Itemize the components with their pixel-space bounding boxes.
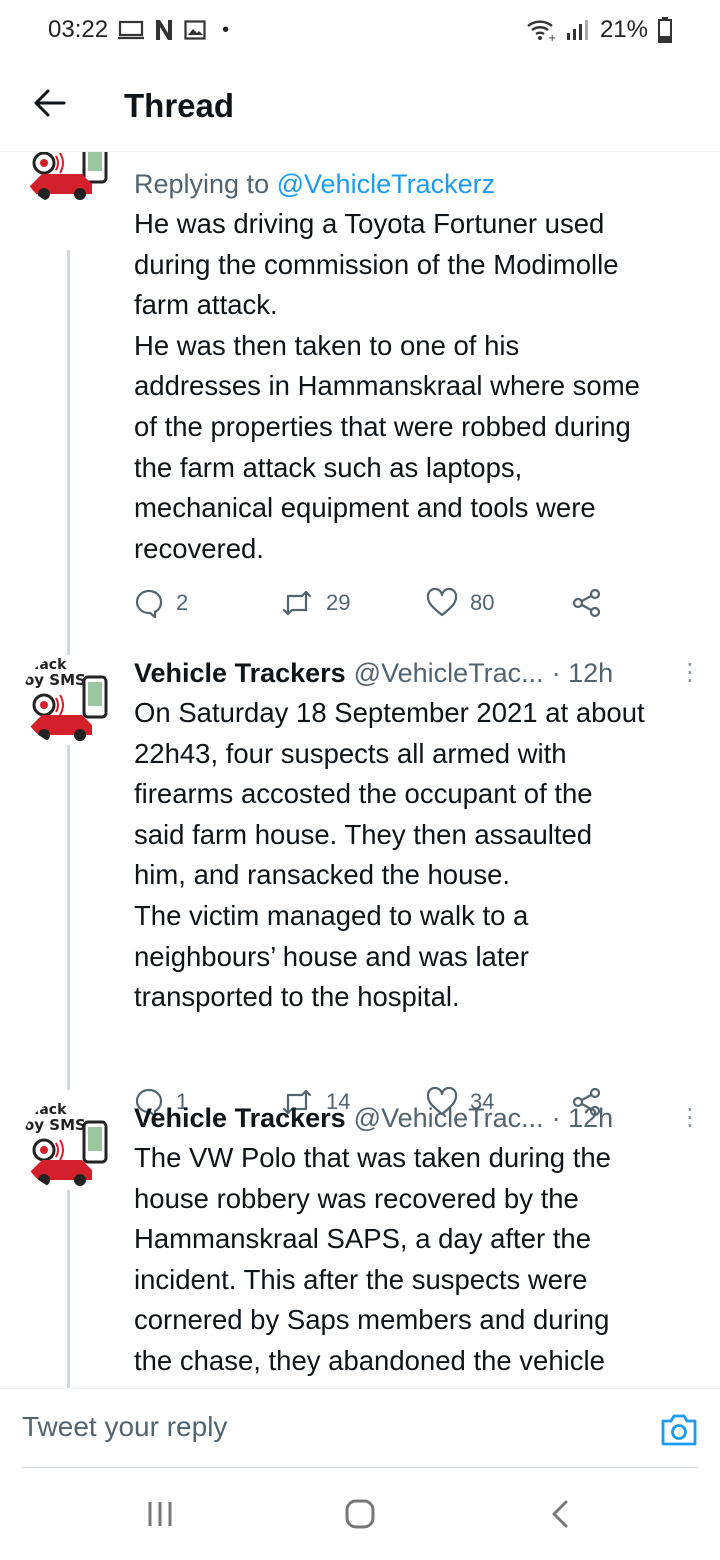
camera-button[interactable] — [660, 1413, 698, 1452]
camera-icon — [661, 1414, 697, 1446]
vehicle-tracker-logo-icon: oy SMS — [23, 152, 111, 205]
tweet[interactable]: oy SMS Replying to @VehicleTrackerz He w… — [0, 152, 720, 647]
reply-button[interactable]: 2 — [134, 588, 280, 618]
more-options-icon[interactable]: ⋮ — [668, 653, 702, 693]
back-icon — [552, 1500, 568, 1528]
author-name[interactable]: Vehicle Trackers — [134, 653, 346, 693]
reply-input[interactable] — [22, 1411, 582, 1443]
reply-count: 2 — [176, 590, 189, 615]
tweet-body: Vehicle Trackers @VehicleTrac... · 12h ⋮… — [134, 1098, 702, 1382]
svg-text:+: + — [548, 33, 556, 42]
vehicle-tracker-logo-icon: .ack oy SMS — [23, 1101, 111, 1189]
author-handle[interactable]: @VehicleTrac... — [354, 1098, 544, 1138]
like-count: 80 — [470, 590, 495, 615]
tweet-text: On Saturday 18 September 2021 at about 2… — [134, 697, 645, 1013]
reply-bar — [0, 1388, 720, 1468]
netflix-n-icon — [154, 19, 174, 41]
like-button[interactable]: 80 — [426, 588, 572, 618]
gallery-icon — [184, 20, 206, 40]
vehicle-tracker-logo-icon: .ack oy SMS — [23, 656, 111, 744]
recents-icon — [148, 1502, 172, 1526]
battery-icon — [658, 17, 672, 43]
home-button[interactable] — [320, 1484, 400, 1544]
battery-percent: 21% — [599, 16, 648, 43]
tweet-actions: 2 29 80 — [134, 588, 602, 618]
retweet-button[interactable]: 29 — [280, 588, 426, 618]
status-time: 03:22 — [48, 16, 109, 43]
share-button[interactable] — [572, 588, 602, 618]
screen-icon — [118, 20, 145, 40]
dot-icon: • — [222, 18, 230, 41]
signal-icon — [566, 19, 590, 41]
thread-content[interactable]: oy SMS Replying to @VehicleTrackerz He w… — [0, 152, 720, 1388]
reply-icon — [135, 589, 163, 618]
more-options-icon[interactable]: ⋮ — [668, 1098, 702, 1138]
tweet-body: Vehicle Trackers @VehicleTrac... · 12h ⋮… — [134, 653, 702, 1018]
tweet-header: Vehicle Trackers @VehicleTrac... · 12h ⋮ — [134, 1098, 702, 1138]
replying-to: Replying to @VehicleTrackerz — [134, 164, 702, 204]
page-title: Thread — [124, 86, 235, 124]
recents-button[interactable] — [120, 1484, 200, 1544]
wifi-icon: + — [526, 18, 556, 42]
tweet-time: · 12h — [551, 1103, 614, 1133]
arrow-left-icon — [34, 89, 66, 122]
header: Thread — [0, 60, 720, 152]
heart-icon — [426, 588, 458, 617]
avatar[interactable]: .ack oy SMS — [22, 655, 112, 745]
avatar[interactable]: .ack oy SMS — [22, 1100, 112, 1190]
avatar-text: oy SMS — [24, 1116, 86, 1134]
status-left: 03:22 • — [48, 16, 229, 44]
retweet-count: 29 — [326, 590, 351, 615]
avatar-text: oy SMS — [24, 671, 86, 689]
tweet[interactable]: .ack oy SMS Vehicle Trackers @VehicleTra… — [0, 647, 720, 1117]
tweet-text: The VW Polo that was taken during the ho… — [134, 1142, 611, 1376]
retweet-icon — [282, 590, 312, 616]
reply-label: Replying to — [134, 169, 270, 199]
author-name[interactable]: Vehicle Trackers — [134, 1098, 346, 1138]
tweet-body: Replying to @VehicleTrackerz He was driv… — [134, 164, 702, 569]
system-nav-bar — [0, 1468, 720, 1560]
tweet[interactable]: .ack oy SMS Vehicle Trackers @VehicleTra… — [0, 1092, 720, 1388]
tweet-header: Vehicle Trackers @VehicleTrac... · 12h ⋮ — [134, 653, 702, 693]
status-bar: 03:22 • + 21% — [0, 0, 720, 60]
reply-handle-link[interactable]: @VehicleTrackerz — [277, 169, 495, 199]
tweet-time: · 12h — [551, 658, 614, 688]
home-icon — [345, 1499, 375, 1529]
avatar[interactable]: oy SMS — [22, 152, 112, 206]
tweet-text: He was driving a Toyota Fortuner used du… — [134, 208, 640, 564]
status-right: + 21% — [526, 16, 672, 44]
nav-back-button[interactable] — [520, 1484, 600, 1544]
author-handle[interactable]: @VehicleTrac... — [354, 653, 544, 693]
share-icon — [572, 588, 601, 618]
back-button[interactable] — [0, 60, 100, 152]
